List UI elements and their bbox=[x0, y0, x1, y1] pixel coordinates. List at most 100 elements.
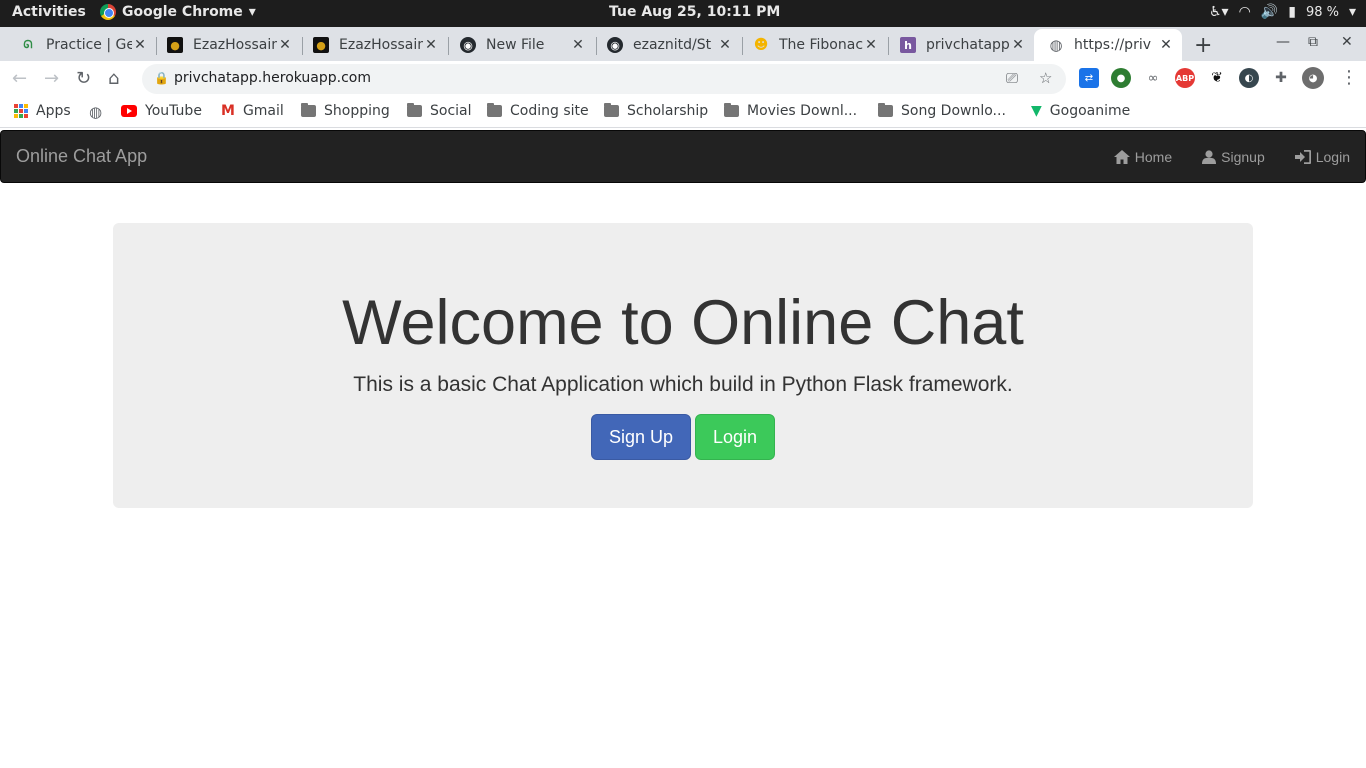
close-icon[interactable]: ✕ bbox=[277, 37, 293, 53]
back-button[interactable]: ← bbox=[12, 68, 27, 89]
url-text[interactable]: privchatapp.herokuapp.com bbox=[174, 70, 371, 86]
home-button[interactable]: ⌂ bbox=[108, 68, 119, 89]
bookmark-youtube[interactable]: YouTube bbox=[121, 103, 202, 119]
extension-spy-icon[interactable]: ◐ bbox=[1239, 68, 1259, 88]
extension-earth-icon[interactable]: ● bbox=[1111, 68, 1131, 88]
close-icon[interactable]: ✕ bbox=[570, 37, 586, 53]
site-nav-links: Home Signup Login bbox=[1099, 131, 1365, 182]
tab-strip: ᘏ Practice | Ge ✕ ● EzazHossain ✕ ● Ezaz… bbox=[0, 27, 1366, 61]
tab-title: The Fibonac bbox=[779, 37, 863, 53]
bookmark-label: YouTube bbox=[145, 103, 202, 119]
bookmark-gmail[interactable]: M Gmail bbox=[221, 103, 284, 119]
bookmark-label: Apps bbox=[36, 103, 71, 119]
site-navbar: Online Chat App Home Signup Login bbox=[0, 130, 1366, 183]
activities-button[interactable]: Activities bbox=[12, 4, 86, 20]
tab[interactable]: ● EzazHossain ✕ bbox=[299, 29, 447, 61]
login-button[interactable]: Login bbox=[695, 414, 776, 460]
tab[interactable]: ◉ New File ✕ bbox=[446, 29, 594, 61]
chrome-icon bbox=[100, 4, 116, 20]
nav-signup-label: Signup bbox=[1221, 148, 1265, 165]
adblock-icon[interactable]: ABP bbox=[1175, 68, 1195, 88]
window-close-button[interactable]: ✕ bbox=[1341, 34, 1353, 50]
system-tray[interactable]: ♿▾ ◠ 🔊 ▮ 98 % ▾ bbox=[1209, 4, 1356, 20]
gmail-icon: M bbox=[221, 103, 235, 119]
more-menu-icon[interactable]: ⋮ bbox=[1340, 67, 1358, 88]
tab[interactable]: ☻ The Fibonac ✕ bbox=[739, 29, 887, 61]
github-icon: ◉ bbox=[460, 37, 476, 53]
home-icon bbox=[1113, 149, 1130, 164]
app-menu-label: Google Chrome bbox=[122, 4, 243, 20]
app-menu[interactable]: Google Chrome ▾ bbox=[100, 4, 256, 20]
bookmark-apps[interactable]: Apps bbox=[14, 103, 71, 119]
system-top-bar: Activities Google Chrome ▾ Tue Aug 25, 1… bbox=[0, 0, 1366, 27]
folder-icon bbox=[487, 103, 502, 117]
nav-signup-link[interactable]: Signup bbox=[1187, 131, 1280, 182]
profile-icon: ● bbox=[313, 37, 329, 53]
nav-login-label: Login bbox=[1315, 148, 1350, 165]
minimize-button[interactable]: — bbox=[1276, 34, 1290, 50]
address-bar[interactable]: 🔒 privchatapp.herokuapp.com ⎚ ☆ bbox=[142, 64, 1066, 94]
folder-icon bbox=[301, 103, 316, 117]
apps-grid-icon bbox=[14, 104, 28, 118]
bookmark-label: Social bbox=[430, 103, 472, 119]
install-app-icon[interactable]: ⎚ bbox=[1006, 69, 1018, 87]
heroku-icon: h bbox=[900, 37, 916, 53]
tab[interactable]: ◉ ezaznitd/St ✕ bbox=[593, 29, 741, 61]
extension-link-icon[interactable]: ∞ bbox=[1143, 68, 1163, 88]
gogoanime-icon: ▼ bbox=[1031, 103, 1042, 119]
hero-title: Welcome to Online Chat bbox=[342, 288, 1024, 358]
tab-title: EzazHossain bbox=[339, 37, 423, 53]
hero-buttons: Sign Up Login bbox=[113, 414, 1253, 460]
close-icon[interactable]: ✕ bbox=[863, 37, 879, 53]
close-icon[interactable]: ✕ bbox=[423, 37, 439, 53]
avatar[interactable]: ◕ bbox=[1302, 67, 1324, 89]
close-icon[interactable]: ✕ bbox=[1010, 37, 1026, 53]
forward-button[interactable]: → bbox=[44, 68, 59, 89]
tab-title: https://priv bbox=[1074, 37, 1151, 53]
restore-button[interactable]: ⧉ bbox=[1308, 34, 1318, 50]
clock[interactable]: Tue Aug 25, 10:11 PM bbox=[609, 4, 780, 20]
tab-title: ezaznitd/St bbox=[633, 37, 712, 53]
bookmark-folder-shopping[interactable]: Shopping bbox=[301, 103, 390, 119]
reload-button[interactable]: ↻ bbox=[76, 68, 91, 89]
extension-foot-icon[interactable]: ❦ bbox=[1207, 68, 1227, 88]
folder-icon bbox=[878, 103, 893, 117]
login-icon bbox=[1294, 149, 1311, 164]
accessibility-icon[interactable]: ♿▾ bbox=[1209, 4, 1229, 20]
bookmark-globe[interactable]: ◍ bbox=[89, 103, 102, 121]
tab[interactable]: h privchatapp ✕ bbox=[886, 29, 1034, 61]
bookmark-label: Shopping bbox=[324, 103, 390, 119]
bookmark-folder-coding[interactable]: Coding site bbox=[487, 103, 589, 119]
bookmark-label: Scholarship bbox=[627, 103, 709, 119]
close-icon[interactable]: ✕ bbox=[717, 37, 733, 53]
bookmark-label: Gmail bbox=[242, 103, 284, 119]
bookmark-folder-scholarship[interactable]: Scholarship bbox=[604, 103, 708, 119]
lock-icon[interactable]: 🔒 bbox=[154, 71, 169, 85]
bookmark-folder-social[interactable]: Social bbox=[407, 103, 472, 119]
close-icon[interactable]: ✕ bbox=[1158, 37, 1174, 53]
close-icon[interactable]: ✕ bbox=[132, 37, 148, 53]
extension-translate-icon[interactable]: ⇄ bbox=[1079, 68, 1099, 88]
extensions-puzzle-icon[interactable]: ✚ bbox=[1271, 68, 1291, 88]
battery-icon: ▮ bbox=[1288, 4, 1296, 20]
tab-active[interactable]: ◍ https://priv ✕ bbox=[1034, 29, 1182, 61]
signup-button[interactable]: Sign Up bbox=[590, 414, 691, 460]
nav-home-label: Home bbox=[1134, 148, 1173, 165]
nav-login-link[interactable]: Login bbox=[1280, 131, 1365, 182]
bookmark-star-icon[interactable]: ☆ bbox=[1039, 69, 1052, 87]
bookmark-label: Coding site bbox=[510, 103, 589, 119]
tab[interactable]: ● EzazHossain ✕ bbox=[153, 29, 301, 61]
tab-title: privchatapp bbox=[926, 37, 1010, 53]
tab[interactable]: ᘏ Practice | Ge ✕ bbox=[6, 29, 156, 61]
youtube-icon bbox=[121, 105, 137, 117]
profile-icon: ● bbox=[167, 37, 183, 53]
battery-percent: 98 % bbox=[1305, 4, 1339, 20]
chevron-down-icon: ▾ bbox=[1348, 4, 1356, 20]
browser-toolbar: ← → ↻ ⌂ 🔒 privchatapp.herokuapp.com ⎚ ☆ … bbox=[0, 61, 1366, 97]
bookmark-folder-songs[interactable]: Song Downlo... bbox=[878, 103, 1006, 119]
site-brand[interactable]: Online Chat App bbox=[16, 146, 147, 167]
bookmark-folder-movies[interactable]: Movies Downl... bbox=[724, 103, 857, 119]
nav-home-link[interactable]: Home bbox=[1099, 131, 1187, 182]
bookmark-gogoanime[interactable]: ▼ Gogoanime bbox=[1031, 103, 1130, 119]
new-tab-button[interactable]: + bbox=[1194, 33, 1212, 58]
